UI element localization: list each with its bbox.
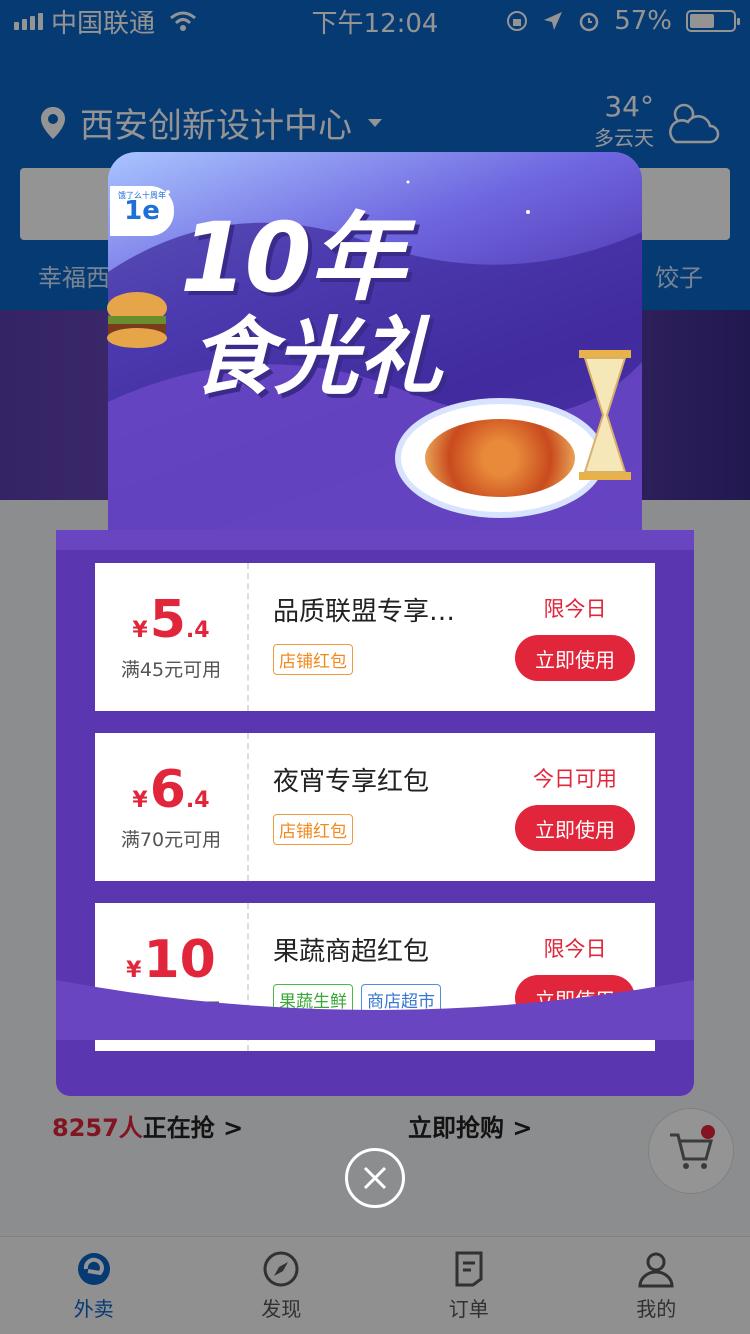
coupon-card[interactable]: ¥6.4 满70元可用 夜宵专享红包 店铺红包 今日可用 立即使用 (95, 733, 655, 881)
coupon-currency: ¥ (132, 617, 148, 643)
coupon-amount: 6 (149, 759, 186, 820)
coupon-currency: ¥ (126, 957, 142, 983)
close-button[interactable] (345, 1148, 405, 1208)
anniversary-badge: 饿了么十周年 1e (110, 186, 174, 236)
coupon-amount-decimal: .4 (185, 787, 210, 813)
coupon-limit: 今日可用 (533, 767, 617, 791)
close-icon (363, 1166, 387, 1190)
use-now-button[interactable]: 立即使用 (515, 805, 635, 851)
coupon-card[interactable]: ¥5.4 满45元可用 品质联盟专享… 店铺红包 限今日 立即使用 (95, 563, 655, 711)
coupon-tag: 店铺红包 (273, 814, 353, 845)
coupon-limit: 限今日 (543, 597, 607, 621)
tab-bar-overlay (0, 1236, 750, 1334)
pasta-plate-image (395, 398, 605, 518)
burger-image (107, 292, 167, 348)
coupon-tag: 店铺红包 (273, 644, 353, 675)
headline-line2: 食光礼 (190, 308, 443, 406)
use-now-button[interactable]: 立即使用 (515, 635, 635, 681)
coupon-list-fade (56, 980, 694, 1040)
coupon-title: 果蔬商超红包 (273, 937, 430, 967)
hourglass-image (579, 350, 631, 480)
coupon-limit: 限今日 (543, 937, 607, 961)
coupon-title: 品质联盟专享… (273, 597, 456, 627)
coupon-amount: 5 (149, 589, 186, 650)
coupon-condition: 满70元可用 (120, 828, 222, 851)
coupon-title: 夜宵专享红包 (273, 767, 430, 797)
coupon-currency: ¥ (132, 787, 148, 813)
coupon-condition: 满45元可用 (120, 658, 222, 681)
coupon-amount: 10 (143, 929, 216, 990)
coupon-amount-decimal: .4 (185, 617, 210, 643)
